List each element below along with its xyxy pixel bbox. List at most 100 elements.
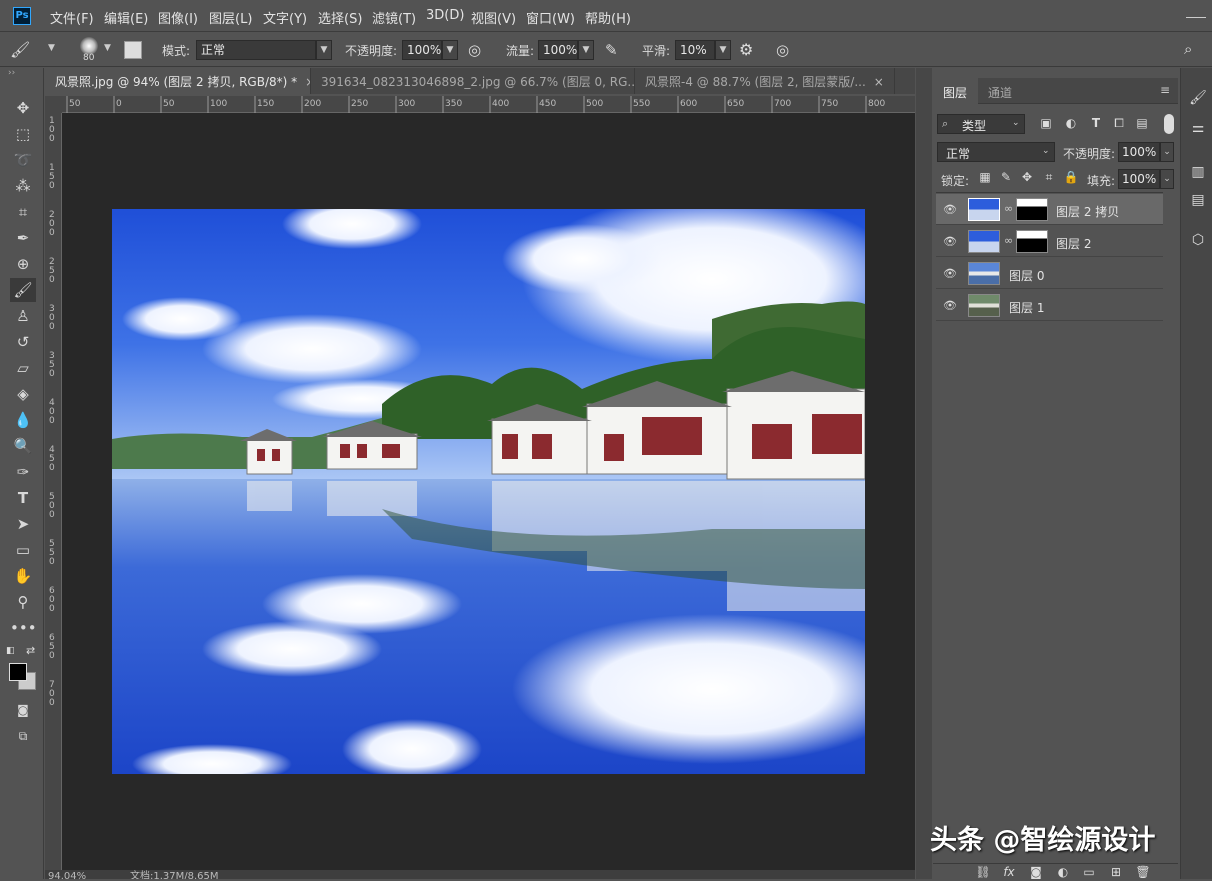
lock-all-icon[interactable]: 🔒 (1063, 170, 1079, 186)
menu-image[interactable]: 图像(I) (158, 8, 198, 27)
smartobject-filter-icon[interactable]: ▤ (1134, 116, 1150, 132)
menu-type[interactable]: 文字(Y) (263, 8, 307, 27)
layer-name[interactable]: 图层 0 (1009, 267, 1044, 284)
crop-tool-icon[interactable]: ⌗ (10, 200, 36, 224)
chevron-down-icon[interactable]: ▼ (578, 40, 594, 60)
properties-icon[interactable]: ⚌ (1189, 120, 1207, 138)
layer-mask-thumbnail[interactable] (1016, 230, 1048, 253)
brush-tool-icon[interactable]: 🖌 (10, 40, 30, 59)
eraser-tool-icon[interactable]: ▱ (10, 356, 36, 380)
more-tools-icon[interactable]: ••• (10, 616, 37, 640)
chevron-down-icon[interactable]: ⌄ (1160, 142, 1174, 162)
lock-position-icon[interactable]: ✥ (1019, 170, 1035, 186)
menu-select[interactable]: 选择(S) (318, 8, 362, 27)
lock-artboard-icon[interactable]: ⌗ (1041, 170, 1057, 186)
history-brush-tool-icon[interactable]: ↺ (10, 330, 36, 354)
path-select-tool-icon[interactable]: ➤ (10, 512, 36, 536)
tab-document-2[interactable]: 391634_082313046898_2.jpg @ 66.7% (图层 0,… (311, 68, 635, 94)
menu-edit[interactable]: 编辑(E) (104, 8, 148, 27)
pressure-opacity-icon[interactable]: ◎ (468, 41, 481, 59)
quick-select-tool-icon[interactable]: ⁂ (10, 174, 36, 198)
tab-document-3[interactable]: 风景照-4 @ 88.7% (图层 2, 图层蒙版/... × (635, 68, 895, 94)
visibility-eye-icon[interactable]: 👁 (943, 299, 957, 312)
layer-opacity-field[interactable]: 100% (1118, 142, 1160, 162)
hand-tool-icon[interactable]: ✋ (10, 564, 36, 588)
notes-icon[interactable]: ▤ (1189, 192, 1207, 210)
layer-row[interactable]: 👁 图层 1 (936, 290, 1163, 321)
menu-filter[interactable]: 滤镜(T) (372, 8, 416, 27)
close-icon[interactable]: × (874, 75, 884, 89)
menu-window[interactable]: 窗口(W) (526, 8, 575, 27)
mode-select[interactable]: 正常 (196, 40, 316, 60)
ruler-horizontal[interactable]: 50 0 50 100 150 200 250 300 350 400 450 500 550 600 65… (62, 96, 915, 113)
shape-tool-icon[interactable]: ▭ (10, 538, 36, 562)
eyedropper-tool-icon[interactable]: ✒ (10, 226, 36, 250)
link-icon[interactable]: ∞ (1004, 202, 1013, 215)
swap-colors-icon[interactable]: ⇄ (26, 644, 35, 657)
pen-tool-icon[interactable]: ✑ (10, 460, 36, 484)
layer-row[interactable]: 👁 ∞ 图层 2 拷贝 (936, 194, 1163, 225)
zoom-level[interactable]: 94.04% (48, 870, 86, 879)
opacity-field[interactable]: 100% (402, 40, 442, 60)
menu-view[interactable]: 视图(V) (471, 8, 516, 27)
quick-mask-icon[interactable]: ◙ (10, 698, 36, 722)
layer-thumbnail[interactable] (968, 198, 1000, 221)
healing-brush-tool-icon[interactable]: ⊕ (10, 252, 36, 276)
chevron-down-icon[interactable]: ▼ (48, 43, 55, 53)
blur-tool-icon[interactable]: 💧 (10, 408, 36, 432)
photoshop-logo-icon[interactable]: Ps (13, 7, 31, 25)
type-tool-icon[interactable]: T (10, 486, 36, 510)
type-filter-icon[interactable]: T (1088, 116, 1104, 132)
panel-dock-divider[interactable] (916, 68, 932, 879)
stamp-tool-icon[interactable]: ♙ (10, 304, 36, 328)
collapse-icon[interactable]: ›› (8, 68, 15, 78)
menu-file[interactable]: 文件(F) (50, 8, 94, 27)
screen-mode-icon[interactable]: ⧉ (10, 724, 36, 748)
fill-field[interactable]: 100% (1118, 169, 1160, 189)
brush-settings-icon[interactable] (124, 41, 142, 59)
tab-document-1[interactable]: 风景照.jpg @ 94% (图层 2 拷贝, RGB/8*) *× (45, 68, 311, 94)
default-colors-icon[interactable]: ◧ (6, 646, 15, 656)
chevron-down-icon[interactable]: ▼ (104, 43, 111, 53)
visibility-eye-icon[interactable]: 👁 (943, 267, 957, 280)
lock-transparent-icon[interactable]: ▦ (977, 170, 993, 186)
brush-tool-icon[interactable]: 🖌 (10, 278, 36, 302)
brush-panel-icon[interactable]: 🖌 (1189, 90, 1207, 108)
shape-filter-icon[interactable]: ⧠ (1111, 116, 1127, 132)
pressure-size-icon[interactable]: ◎ (776, 41, 789, 59)
layer-thumbnail[interactable] (968, 262, 1000, 285)
blend-mode-select[interactable]: 正常 ⌄ (937, 142, 1055, 162)
layer-name[interactable]: 图层 1 (1009, 299, 1044, 316)
chevron-down-icon[interactable]: ⌄ (1160, 169, 1174, 189)
lock-pixels-icon[interactable]: ✎ (998, 170, 1014, 186)
airbrush-icon[interactable]: ✎ (605, 41, 618, 59)
zoom-tool-icon[interactable]: ⚲ (10, 590, 36, 614)
layer-row[interactable]: 👁 ∞ 图层 2 (936, 226, 1163, 257)
ruler-vertical[interactable]: 100 150 200 250 300 350 400 450 500 550 600 650 700 (45, 113, 62, 879)
move-tool-icon[interactable]: ✥ (10, 96, 36, 120)
adjustment-filter-icon[interactable]: ◐ (1063, 116, 1079, 132)
layer-thumbnail[interactable] (968, 230, 1000, 253)
chevron-down-icon[interactable]: ▼ (316, 40, 332, 60)
foreground-color-swatch[interactable] (9, 663, 27, 681)
tab-channels[interactable]: 通道 (988, 84, 1012, 101)
ruler-corner[interactable] (45, 96, 62, 113)
layer-row[interactable]: 👁 图层 0 (936, 258, 1163, 289)
chevron-down-icon[interactable]: ▼ (715, 40, 731, 60)
dodge-tool-icon[interactable]: 🔍 (10, 434, 36, 458)
panel-menu-icon[interactable]: ≡ (1160, 83, 1170, 97)
layer-name[interactable]: 图层 2 拷贝 (1056, 203, 1119, 220)
layer-name[interactable]: 图层 2 (1056, 235, 1091, 252)
flow-field[interactable]: 100% (538, 40, 578, 60)
minimize-button[interactable] (1186, 4, 1206, 18)
document-canvas[interactable] (112, 209, 865, 774)
gear-icon[interactable]: ⚙ (739, 40, 753, 59)
menu-help[interactable]: 帮助(H) (585, 8, 631, 27)
menu-layer[interactable]: 图层(L) (209, 8, 252, 27)
smoothing-field[interactable]: 10% (675, 40, 715, 60)
layer-mask-thumbnail[interactable] (1016, 198, 1048, 221)
layer-filter-select[interactable]: ⌕ 类型 ⌄ (937, 114, 1025, 134)
link-icon[interactable]: ∞ (1004, 234, 1013, 247)
libraries-icon[interactable]: ▥ (1189, 164, 1207, 182)
visibility-eye-icon[interactable]: 👁 (943, 235, 957, 248)
